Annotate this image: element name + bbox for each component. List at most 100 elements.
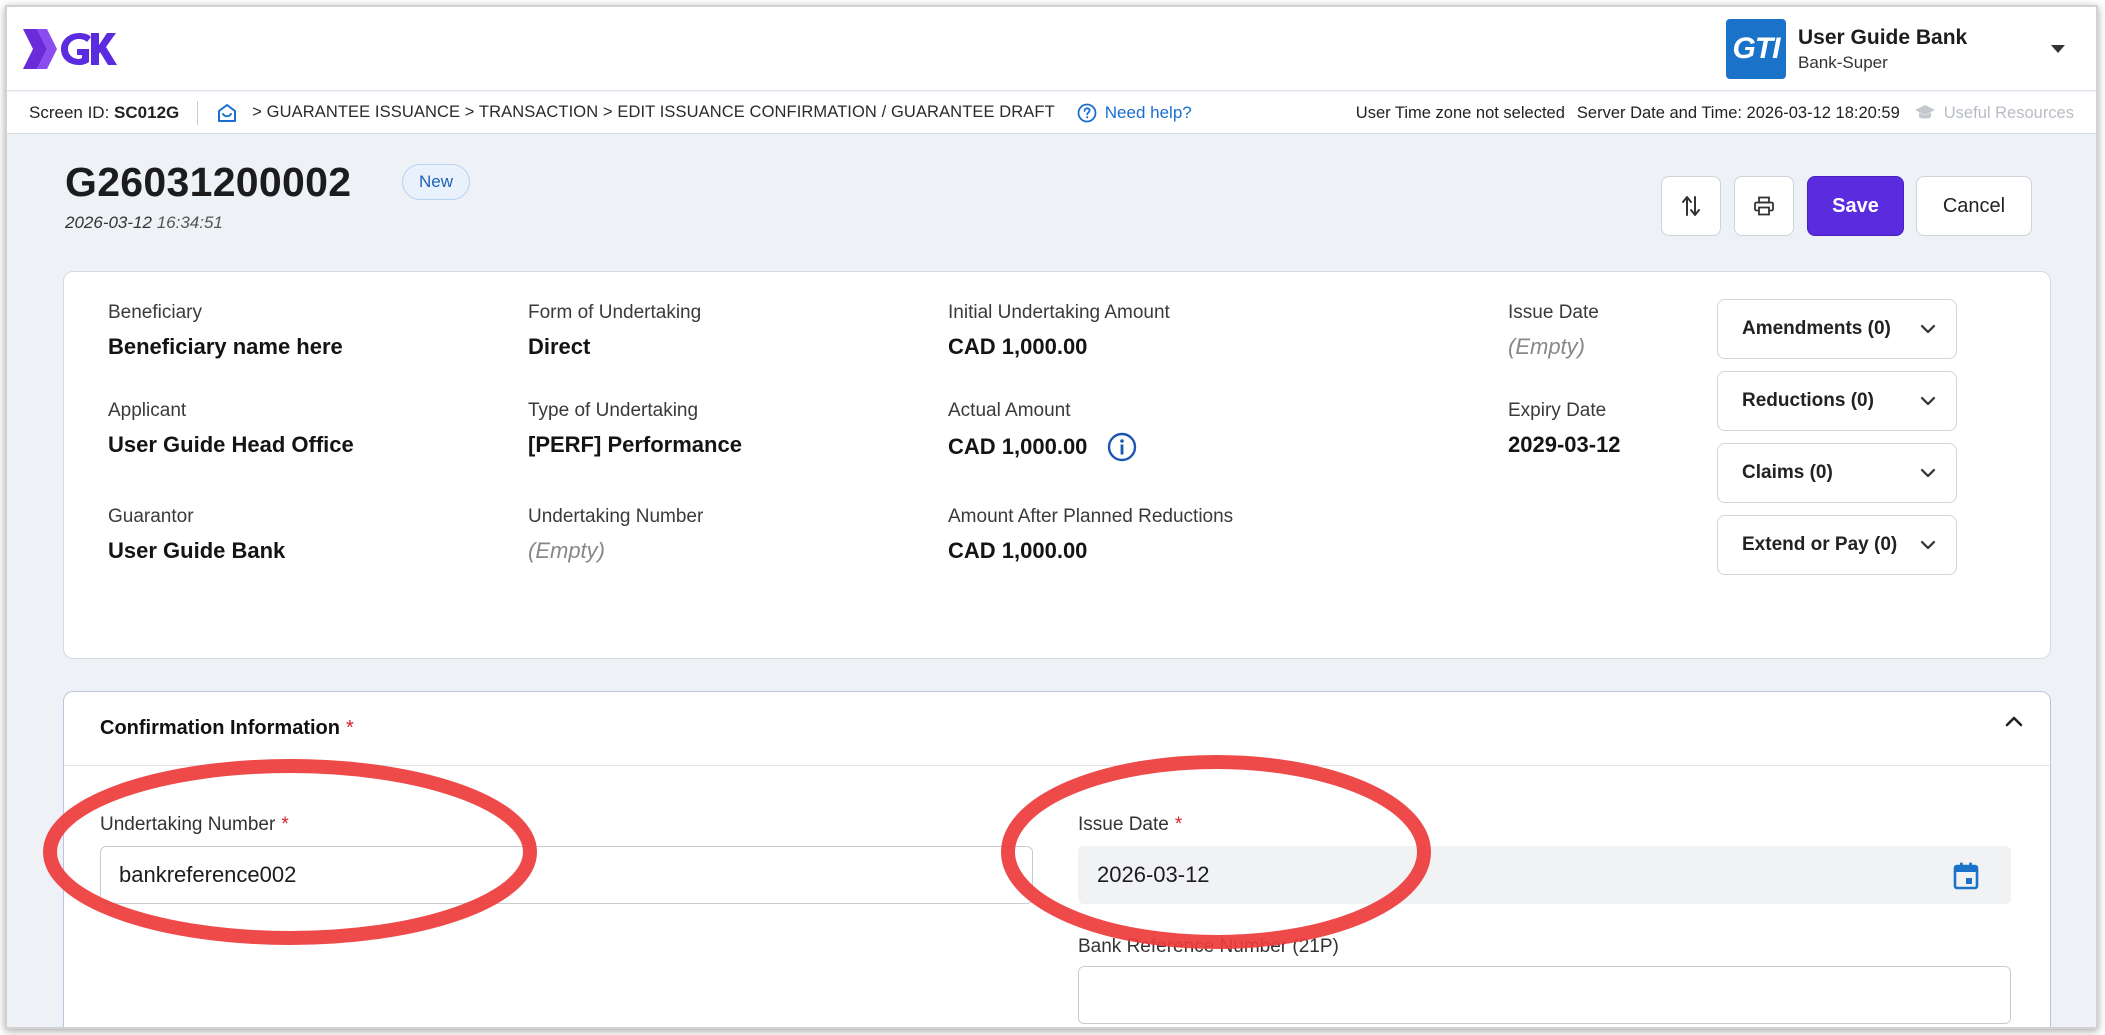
help-icon [1077,103,1097,122]
undertaking-number-input[interactable]: bankreference002 [100,846,1033,904]
confirmation-section: Confirmation Information * Undertaking Nu… [63,691,2051,1027]
required-mark: * [281,814,289,835]
user-role: Bank-Super [1798,52,1888,72]
claims-label: Claims (0) [1742,462,1833,483]
bank-logo: GTI [1726,19,1786,79]
amendments-accordion[interactable]: Amendments (0) [1717,299,1957,359]
beneficiary-label: Beneficiary [108,302,202,323]
status-badge: New [402,164,471,200]
form-value: Direct [528,334,591,359]
required-mark: * [1174,814,1183,835]
expiry-date-field: Expiry Date 2029-03-12 [1508,400,1621,458]
applicant-value: User Guide Head Office [108,432,354,457]
actual-amount-field: Actual Amount CAD 1,000.00 [948,400,1137,462]
undertaking-number-label: Undertaking Number [528,506,704,527]
screen-id-value: SC012G [114,102,180,122]
chevron-up-icon[interactable] [2004,714,2024,733]
type-field: Type of Undertaking [PERF] Performance [528,400,742,458]
actual-amount-value: CAD 1,000.00 [948,434,1088,459]
useful-resources-link[interactable]: Useful Resources [1914,104,2074,123]
issue-date-summary-field: Issue Date (Empty) [1508,302,1599,360]
breadcrumb-bar: Screen ID: SC012G > GUARANTEE ISSUANCE >… [7,92,2096,134]
confirmation-header[interactable]: Confirmation Information * [64,692,2050,766]
chevron-down-icon [1920,396,1936,406]
timezone-text: User Time zone not selected [1355,103,1565,122]
type-value: [PERF] Performance [528,432,742,457]
screen-id: Screen ID: SC012G [29,103,179,123]
actual-amount-label: Actual Amount [948,400,1071,421]
applicant-label: Applicant [108,400,187,421]
cancel-button[interactable]: Cancel [1916,176,2032,236]
after-reductions-label: Amount After Planned Reductions [948,506,1234,527]
timestamp: 2026-03-12 16:34:51 [65,213,223,233]
initial-amount-value: CAD 1,000.00 [948,334,1088,359]
undertaking-number-value: (Empty) [528,538,605,563]
initial-amount-label: Initial Undertaking Amount [948,302,1170,323]
guarantor-label: Guarantor [108,506,194,527]
page-title: G26031200002 [65,159,352,205]
confirmation-title-text: Confirmation Information [100,717,340,739]
undertaking-number-input-value: bankreference002 [119,862,297,887]
info-icon[interactable] [1107,432,1137,462]
chevron-down-icon [1920,540,1936,550]
guarantor-field: Guarantor User Guide Bank [108,506,285,564]
beneficiary-field: Beneficiary Beneficiary name here [108,302,343,360]
user-menu[interactable]: GTI User Guide Bank Bank-Super [1726,19,2072,79]
form-label: Form of Undertaking [528,302,702,323]
undertaking-number-input-label: Undertaking Number * [100,814,289,836]
extend-or-pay-accordion[interactable]: Extend or Pay (0) [1717,515,1957,575]
after-reductions-value: CAD 1,000.00 [948,538,1088,563]
reductions-label: Reductions (0) [1742,390,1874,411]
expiry-date-value: 2029-03-12 [1508,432,1621,457]
save-button[interactable]: Save [1807,176,1904,236]
actual-amount-row: CAD 1,000.00 [948,432,1137,462]
issue-date-input-label: Issue Date * [1078,814,1182,836]
print-button[interactable] [1734,176,1794,236]
issue-date-summary-value: (Empty) [1508,334,1585,359]
bank-reference-input[interactable] [1078,966,2011,1024]
bank-reference-label-text: Bank Reference Number (21P) [1078,936,1339,957]
reductions-accordion[interactable]: Reductions (0) [1717,371,1957,431]
issue-date-summary-label: Issue Date [1508,302,1599,323]
sort-icon [1682,196,1700,216]
user-name: User Guide Bank [1798,25,1968,49]
server-time: Server Date and Time: 2026-03-12 18:20:5… [1576,103,1900,122]
initial-amount-field: Initial Undertaking Amount CAD 1,000.00 [948,302,1170,360]
divider [197,100,199,125]
home-icon[interactable] [216,102,238,124]
claims-accordion[interactable]: Claims (0) [1717,443,1957,503]
chevron-down-icon [1920,324,1936,334]
extend-or-pay-label: Extend or Pay (0) [1742,534,1898,555]
breadcrumb[interactable]: > GUARANTEE ISSUANCE > TRANSACTION > EDI… [252,103,1055,122]
screen-id-label: Screen ID: [29,102,110,122]
help-link[interactable]: Need help? [1077,103,1192,123]
issue-date-input[interactable]: 2026-03-12 [1078,846,2011,904]
form-field: Form of Undertaking Direct [528,302,701,360]
top-bar: GTI User Guide Bank Bank-Super [7,7,2096,91]
amendments-label: Amendments (0) [1742,318,1891,339]
issue-date-input-label-text: Issue Date [1078,814,1169,835]
print-icon [1754,196,1774,216]
app-window: GTI User Guide Bank Bank-Super Screen ID… [5,5,2098,1029]
graduation-cap-icon [1914,105,1935,119]
timestamp-date: 2026-03-12 [65,213,152,232]
undertaking-number-field: Undertaking Number (Empty) [528,506,703,564]
bank-reference-label: Bank Reference Number (21P) [1078,936,1339,958]
applicant-field: Applicant User Guide Head Office [108,400,354,458]
caret-down-icon[interactable] [2044,44,2072,54]
required-mark: * [345,717,354,739]
type-label: Type of Undertaking [528,400,699,421]
sort-button[interactable] [1661,176,1721,236]
after-reductions-field: Amount After Planned Reductions CAD 1,00… [948,506,1233,564]
help-label: Need help? [1104,102,1192,122]
gtk-logo[interactable] [19,23,119,80]
issue-date-input-value: 2026-03-12 [1097,862,1210,887]
guarantor-value: User Guide Bank [108,538,286,563]
useful-resources-label: Useful Resources [1943,103,2074,122]
confirmation-title: Confirmation Information * [100,717,354,740]
undertaking-number-input-label-text: Undertaking Number [100,814,276,835]
expiry-date-label: Expiry Date [1508,400,1607,421]
beneficiary-value: Beneficiary name here [108,334,343,359]
calendar-icon[interactable] [1952,861,1980,897]
timestamp-time: 16:34:51 [156,213,223,232]
